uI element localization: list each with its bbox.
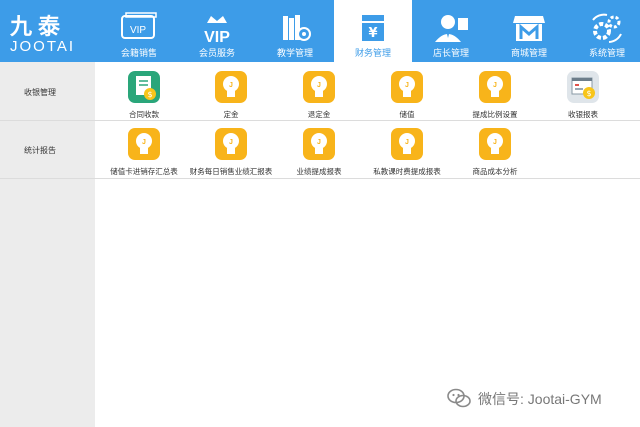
nav-label: 财务管理 xyxy=(354,48,391,58)
nav-label: 会员服务 xyxy=(198,48,235,58)
lightbulb-icon: J xyxy=(215,71,247,103)
logo-chinese: 九泰 xyxy=(10,14,67,39)
report-coin-icon: $ xyxy=(567,71,599,103)
lightbulb-icon: J xyxy=(479,128,511,160)
svg-text:VIP: VIP xyxy=(130,25,146,36)
svg-text:J: J xyxy=(493,82,497,89)
vip-card-icon: VIP xyxy=(121,12,157,39)
lightbulb-icon: J xyxy=(391,128,423,160)
books-gear-icon xyxy=(283,15,311,41)
gears-icon xyxy=(592,13,622,43)
lightbulb-icon: J xyxy=(391,71,423,103)
lightbulb-icon: J xyxy=(479,71,511,103)
logo-english: JOOTAI xyxy=(10,38,76,55)
nav-label: 系统管理 xyxy=(588,48,625,58)
section-label-statistics: 统计报告 xyxy=(24,146,56,155)
section-label-cashier: 收银管理 xyxy=(24,88,56,97)
svg-text:J: J xyxy=(493,139,497,146)
vip-crown-icon: VIP xyxy=(204,16,230,44)
svg-text:¥: ¥ xyxy=(368,26,377,41)
nav-system[interactable]: 系统管理 xyxy=(568,0,640,62)
svg-text:J: J xyxy=(142,139,146,146)
svg-text:$: $ xyxy=(586,89,591,98)
nav-finance[interactable]: ¥ 财务管理 xyxy=(334,0,412,62)
brand-logo: 九泰 JOOTAI xyxy=(0,0,96,62)
tile-label: 商品成本分析 xyxy=(472,167,518,176)
svg-text:J: J xyxy=(405,139,409,146)
svg-text:J: J xyxy=(317,139,321,146)
tile-label: 收银报表 xyxy=(568,110,598,119)
nav-label: 会籍销售 xyxy=(120,48,157,58)
nav-store-manager[interactable]: 店长管理 xyxy=(412,0,490,62)
nav-label: 教学管理 xyxy=(276,48,313,58)
svg-text:VIP: VIP xyxy=(204,29,230,44)
nav-mall[interactable]: 商城管理 xyxy=(490,0,568,62)
tile-product-cost-analysis[interactable]: J 商品成本分析 xyxy=(455,128,535,180)
wechat-icon xyxy=(447,388,471,408)
nav-label: 店长管理 xyxy=(432,48,469,58)
svg-text:J: J xyxy=(229,82,233,89)
contract-payment-icon: $ xyxy=(128,71,160,103)
tile-cashier-report[interactable]: $ 收银报表 xyxy=(543,71,623,123)
watermark-text: 微信号: Jootai-GYM xyxy=(478,391,602,407)
lightbulb-icon: J xyxy=(303,71,335,103)
nav-member-service[interactable]: VIP 会员服务 xyxy=(178,0,256,62)
yuan-box-icon: ¥ xyxy=(362,15,384,41)
nav-membership-sales[interactable]: VIP 会籍销售 xyxy=(100,0,178,62)
nav-teaching[interactable]: 教学管理 xyxy=(256,0,334,62)
store-icon xyxy=(513,16,545,41)
nav-label: 商城管理 xyxy=(510,48,547,58)
svg-text:J: J xyxy=(405,82,409,89)
lightbulb-icon: J xyxy=(215,128,247,160)
svg-text:$: $ xyxy=(147,90,152,99)
sidebar xyxy=(0,62,95,427)
top-navigation-bar: 九泰 JOOTAI VIP 会籍销售 VIP 会员服务 教学管理 ¥ 财务管理 … xyxy=(0,0,640,62)
svg-text:J: J xyxy=(317,82,321,89)
lightbulb-icon: J xyxy=(128,128,160,160)
lightbulb-icon: J xyxy=(303,128,335,160)
manager-icon xyxy=(435,15,468,42)
svg-text:J: J xyxy=(229,139,233,146)
